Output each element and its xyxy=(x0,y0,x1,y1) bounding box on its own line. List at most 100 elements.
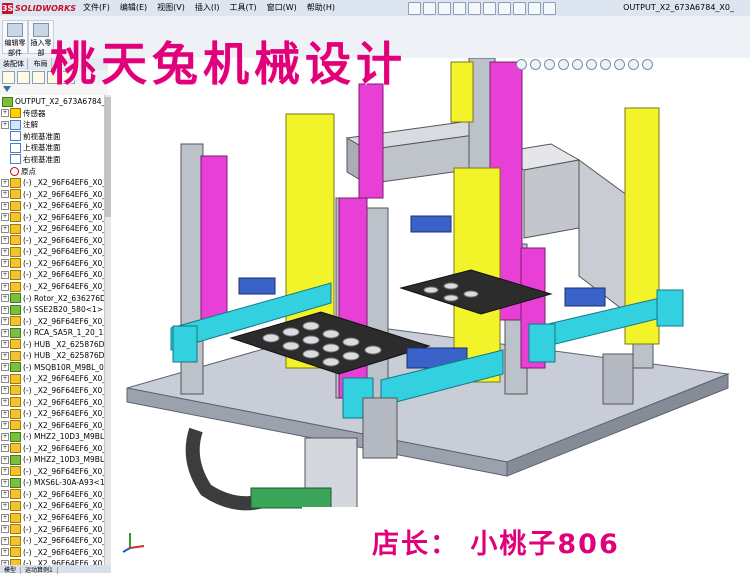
filter-icon[interactable] xyxy=(3,86,11,92)
expand-plus-icon[interactable]: + xyxy=(1,455,9,464)
zoom-area-icon[interactable] xyxy=(530,59,541,70)
tree-item[interactable]: 前视基准面 xyxy=(1,131,61,143)
tree-item[interactable]: + (-) RCA_SA5R_1_20_12_3 xyxy=(1,327,104,339)
expand-plus-icon[interactable]: + xyxy=(1,282,9,291)
file-properties-icon[interactable] xyxy=(528,2,541,15)
expand-plus-icon[interactable]: + xyxy=(1,317,9,326)
menu-view[interactable]: 视图(V) xyxy=(152,2,190,14)
expand-plus-icon[interactable]: + xyxy=(1,363,9,372)
menu-insert[interactable]: 插入(I) xyxy=(190,2,225,14)
edit-component-button[interactable]: 编辑零部件 xyxy=(2,20,28,57)
tree-item[interactable]: + (-) _X2_96F64EF6_X0_20 xyxy=(1,535,104,547)
tree-item[interactable]: + (-) SSE2B20_580<1> (默 xyxy=(1,304,104,316)
expand-plus-icon[interactable]: + xyxy=(1,328,9,337)
rebuild-icon[interactable] xyxy=(513,2,526,15)
tree-item[interactable]: 原点 xyxy=(1,165,36,177)
redo-icon[interactable] xyxy=(483,2,496,15)
menu-tools[interactable]: 工具(T) xyxy=(224,2,261,14)
menu-file[interactable]: 文件(F) xyxy=(78,2,115,14)
tree-item[interactable]: + (-) _X2_96F64EF6_X0_3< xyxy=(1,200,104,212)
view-orientation-icon[interactable] xyxy=(572,59,583,70)
tree-item[interactable]: + (-) _X2_96F64EF6_X0_20 xyxy=(1,489,104,501)
expand-plus-icon[interactable]: + xyxy=(1,213,9,222)
options-gear-icon[interactable] xyxy=(543,2,556,15)
tree-item[interactable]: + (-) _X2_96F64EF6_X0_18 xyxy=(1,373,104,385)
apply-scene-icon[interactable] xyxy=(628,59,639,70)
tree-item[interactable]: + (-) MXS6L-30A-A93<1> xyxy=(1,477,104,489)
menu-window[interactable]: 窗口(W) xyxy=(262,2,302,14)
tree-item[interactable]: + (-) _X2_96F64EF6_X0_25 xyxy=(1,512,104,524)
tree-item[interactable]: + (-) MSQB10R_M9BL_0_ xyxy=(1,362,104,374)
expand-plus-icon[interactable]: + xyxy=(1,374,9,383)
menu-help[interactable]: 帮助(H) xyxy=(302,2,340,14)
expand-plus-icon[interactable]: + xyxy=(1,247,9,256)
tree-item[interactable]: +(-) _X2_96F64EF6_X0_24 xyxy=(1,558,104,565)
expand-plus-icon[interactable]: + xyxy=(1,490,9,499)
tree-item[interactable]: + (-) MHZ2_10D3_M9BL_1 xyxy=(1,431,104,443)
tree-item[interactable]: + (-) HUB _X2_625876D8_ xyxy=(1,350,104,362)
graphics-viewport[interactable] xyxy=(111,57,750,573)
configuration-manager-icon[interactable] xyxy=(32,71,45,84)
print-icon[interactable] xyxy=(453,2,466,15)
expand-plus-icon[interactable]: + xyxy=(1,190,9,199)
expand-plus-icon[interactable]: + xyxy=(1,478,9,487)
expand-plus-icon[interactable]: + xyxy=(1,501,9,510)
expand-plus-icon[interactable]: + xyxy=(1,513,9,522)
tree-scrollbar[interactable] xyxy=(104,95,111,565)
tab-layout[interactable]: 布局 xyxy=(31,58,52,70)
tree-item[interactable]: + (-) _X2_96F64EF6_X0_22 xyxy=(1,466,104,478)
expand-plus-icon[interactable]: + xyxy=(1,536,9,545)
tree-item[interactable]: + (-) _X2_96F64EF6_X0_3< xyxy=(1,235,104,247)
expand-plus-icon[interactable]: + xyxy=(1,120,9,129)
tree-item[interactable]: 上视基准面 xyxy=(1,142,61,154)
open-folder-icon[interactable] xyxy=(423,2,436,15)
expand-plus-icon[interactable]: + xyxy=(1,224,9,233)
expand-plus-icon[interactable]: + xyxy=(1,294,9,303)
previous-view-icon[interactable] xyxy=(544,59,555,70)
tree-item[interactable]: + (-) _X2_96F64EF6_X0_3< xyxy=(1,246,104,258)
tree-item[interactable]: + (-) Rotor_X2_636276D8 xyxy=(1,292,104,304)
expand-plus-icon[interactable]: + xyxy=(1,305,9,314)
expand-plus-icon[interactable]: + xyxy=(1,421,9,430)
tree-item[interactable]: + (-) _X2_96F64EF6_X0_1< xyxy=(1,177,104,189)
expand-plus-icon[interactable]: + xyxy=(1,525,9,534)
tree-item[interactable]: + (-) _X2_96F64EF6_X0_21 xyxy=(1,408,104,420)
expand-plus-icon[interactable]: + xyxy=(1,178,9,187)
zoom-fit-icon[interactable] xyxy=(516,59,527,70)
hide-show-items-icon[interactable] xyxy=(600,59,611,70)
feature-manager-icon[interactable] xyxy=(2,71,15,84)
tree-item[interactable]: +(-) _X2_96F64EF6_X0_24 xyxy=(1,523,104,535)
expand-plus-icon[interactable]: + xyxy=(1,467,9,476)
tree-item[interactable]: + (-) _X2_96F64EF6_X0_3< xyxy=(1,258,104,270)
expand-plus-icon[interactable]: + xyxy=(1,351,9,360)
new-document-icon[interactable] xyxy=(408,2,421,15)
expand-plus-icon[interactable]: + xyxy=(1,259,9,268)
tree-item[interactable]: + 传感器 xyxy=(1,108,46,120)
section-view-icon[interactable] xyxy=(558,59,569,70)
tree-item[interactable]: 右视基准面 xyxy=(1,154,61,166)
expand-plus-icon[interactable]: + xyxy=(1,109,9,118)
tab-assembly[interactable]: 装配体 xyxy=(0,58,28,70)
tree-item[interactable]: + (-) MHZ2_10D3_M9BL_1 xyxy=(1,454,104,466)
tree-item[interactable]: + 注解 xyxy=(1,119,38,131)
select-arrow-icon[interactable] xyxy=(498,2,511,15)
view-settings-icon[interactable] xyxy=(642,59,653,70)
tree-item[interactable]: + (-) _X2_96F64EF6_X0_10 xyxy=(1,315,104,327)
tree-item[interactable]: + (-) _X2_96F64EF6_X0_2< xyxy=(1,188,104,200)
tree-item[interactable]: + (-) _X2_96F64EF6_X0_23 xyxy=(1,419,104,431)
tree-item[interactable]: + (-) _X2_96F64EF6_X0_14 xyxy=(1,396,104,408)
tree-item[interactable]: + (-) _X2_96F64EF6_X0_22 xyxy=(1,442,104,454)
tree-item[interactable]: + (-) _X2_96F64EF6_X0_19 xyxy=(1,385,104,397)
tree-item[interactable]: + (-) _X2_96F64EF6_X0_3< xyxy=(1,223,104,235)
expand-plus-icon[interactable]: + xyxy=(1,236,9,245)
edit-appearance-icon[interactable] xyxy=(614,59,625,70)
save-icon[interactable] xyxy=(438,2,451,15)
tree-item[interactable]: + (-) _X2_96F64EF6_X0_3< xyxy=(1,281,104,293)
expand-plus-icon[interactable]: + xyxy=(1,548,9,557)
tree-item[interactable]: + (-) _X2_96F64EF6_X0_3< xyxy=(1,211,104,223)
tree-item[interactable]: + (-) _X2_96F64EF6_X0_25 xyxy=(1,500,104,512)
tree-item[interactable]: + (-) _X2_96F64EF6_X0_25 xyxy=(1,546,104,558)
property-manager-icon[interactable] xyxy=(17,71,30,84)
expand-plus-icon[interactable]: + xyxy=(1,386,9,395)
expand-plus-icon[interactable]: + xyxy=(1,270,9,279)
